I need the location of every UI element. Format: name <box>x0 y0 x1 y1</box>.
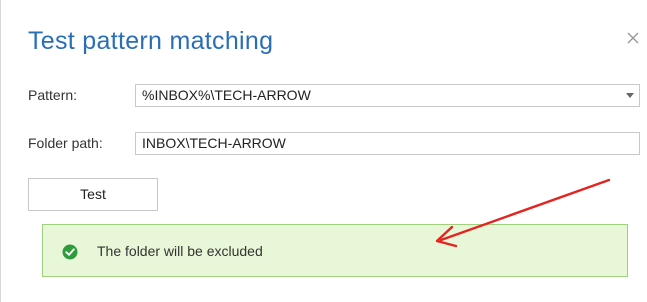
dialog-title: Test pattern matching <box>28 27 274 55</box>
pattern-select-value: %INBOX%\TECH-ARROW <box>142 87 311 103</box>
result-message: The folder will be excluded <box>97 243 263 259</box>
check-circle-icon <box>62 244 78 260</box>
pattern-select[interactable]: %INBOX%\TECH-ARROW <box>135 84 640 107</box>
folder-path-input[interactable]: INBOX\TECH-ARROW <box>135 132 640 155</box>
chevron-down-icon <box>626 93 634 98</box>
test-button[interactable]: Test <box>28 178 158 211</box>
close-icon <box>627 32 639 44</box>
test-pattern-dialog: Test pattern matching Pattern: %INBOX%\T… <box>0 0 647 302</box>
pattern-label: Pattern: <box>28 87 78 103</box>
result-message-box: The folder will be excluded <box>42 224 628 277</box>
folder-path-label: Folder path: <box>28 135 103 151</box>
close-button[interactable] <box>623 28 643 48</box>
